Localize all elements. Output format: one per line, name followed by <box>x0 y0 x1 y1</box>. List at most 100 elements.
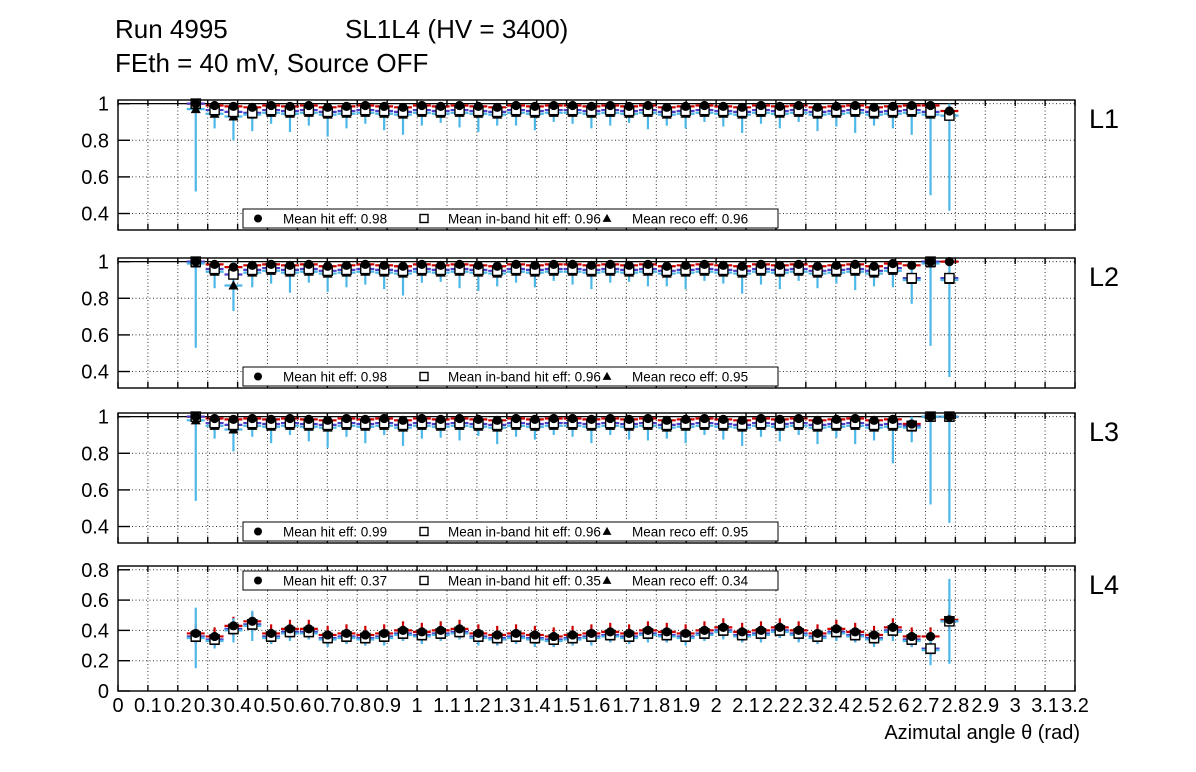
x-tick-label: 3.1 <box>1031 695 1059 717</box>
x-tick-label: 0.7 <box>313 695 341 717</box>
circle-marker <box>756 413 766 424</box>
circle-marker <box>398 415 408 425</box>
x-tick-label: 1.3 <box>493 695 521 717</box>
circle-marker <box>605 413 615 424</box>
circle-marker <box>436 625 446 635</box>
x-tick-label: 1.5 <box>553 695 581 717</box>
circle-marker <box>454 259 465 270</box>
legend-label-hit-eff: Mean hit eff: 0.37 <box>283 574 387 589</box>
circle-marker <box>511 259 521 270</box>
legend-L2: Mean hit eff: 0.98 Mean in-band hit eff: … <box>242 366 779 387</box>
x-tick-label: 3 <box>1010 695 1021 717</box>
circle-marker <box>586 628 597 639</box>
circle-marker <box>850 259 860 270</box>
circle-marker <box>907 100 917 111</box>
circle-marker <box>398 102 408 112</box>
errorbars-reco-eff <box>186 103 959 211</box>
legend-label-reco-eff: Mean reco eff: 0.95 <box>632 370 748 385</box>
circle-marker <box>323 630 333 640</box>
circle-marker <box>285 413 295 424</box>
circle-marker <box>247 413 257 424</box>
circle-marker <box>473 628 483 639</box>
root-canvas: Run 4995 SL1L4 (HV = 3400) FEth = 40 mV,… <box>0 0 1196 772</box>
circle-marker <box>209 413 220 424</box>
legend-marker-inband-hit-eff <box>419 371 429 382</box>
circle-marker <box>285 624 295 634</box>
circle-marker <box>737 627 747 637</box>
circle-marker <box>643 413 653 424</box>
circle-marker <box>756 625 766 635</box>
circle-marker <box>794 625 804 635</box>
circle-marker <box>869 102 879 112</box>
x-tick-label: 2.2 <box>762 695 790 717</box>
circle-marker <box>586 101 597 112</box>
x-tick-label: 0.5 <box>254 695 282 717</box>
panel-L1: 0.4 0.6 0.8 1 L1 Mean hit eff: 0.98 Mean in-ba… <box>81 94 1119 231</box>
circle-marker <box>586 260 597 270</box>
x-tick-label: 2.6 <box>882 695 910 717</box>
circle-marker <box>285 260 295 270</box>
layer-label-L2: L2 <box>1089 262 1119 292</box>
circle-marker <box>869 630 879 640</box>
circle-marker <box>549 100 559 111</box>
circle-marker <box>492 630 502 640</box>
circle-marker <box>794 413 804 424</box>
circle-marker <box>699 259 710 270</box>
circle-marker <box>228 262 239 272</box>
x-tick-label: 0.9 <box>373 695 401 717</box>
y-tick-label: 0.4 <box>81 362 109 384</box>
y-tick-label: 0.8 <box>81 288 109 310</box>
y-tick-label: 1 <box>98 407 109 429</box>
x-tick-label: 0 <box>112 695 123 717</box>
circle-marker <box>605 100 615 111</box>
x-tick-label: 2.9 <box>971 695 999 717</box>
x-axis: 0 0.1 0.2 0.3 0.4 0.5 0.6 0.7 0.8 0.9 1 1.1 1.2 1.3 1.… <box>112 695 1088 744</box>
circle-marker <box>530 260 540 270</box>
layer-label-L3: L3 <box>1089 417 1119 447</box>
circle-marker <box>285 101 295 112</box>
open-square-marker <box>906 272 918 284</box>
legend-label-inband-hit-eff: Mean in-band hit eff: 0.96 <box>448 212 601 227</box>
circle-marker <box>718 260 728 270</box>
errorbars-reco-eff <box>186 578 959 669</box>
legend-label-inband-hit-eff: Mean in-band hit eff: 0.35 <box>448 574 601 589</box>
open-square-marker <box>925 643 936 654</box>
x-tick-label: 2 <box>711 695 722 717</box>
circle-marker <box>191 628 201 639</box>
y-tick-label: 0.4 <box>81 620 109 642</box>
panel-L2: 0.4 0.6 0.8 1 L2 Mean hit eff: 0.98 Mean in-ba… <box>81 252 1119 389</box>
circle-marker <box>398 625 408 635</box>
x-tick-label: 1 <box>412 695 423 717</box>
legend-marker-hit-eff <box>254 214 262 223</box>
circle-marker <box>473 414 483 425</box>
y-tick-label: 1 <box>98 94 109 116</box>
legend-label-inband-hit-eff: Mean in-band hit eff: 0.96 <box>448 525 601 540</box>
circle-marker <box>567 413 578 424</box>
x-tick-label: 2.8 <box>941 695 969 717</box>
x-tick-label: 1.7 <box>613 695 641 717</box>
y-tick-label: 0.4 <box>81 204 109 226</box>
y-tick-label: 0.8 <box>81 130 109 152</box>
y-tick-label: 0.6 <box>81 325 109 347</box>
circle-marker <box>662 102 672 112</box>
circle-marker <box>341 413 352 424</box>
circle-marker <box>907 260 917 270</box>
circle-marker <box>925 631 936 642</box>
circle-marker <box>756 259 766 270</box>
x-tick-label: 0.4 <box>224 695 252 717</box>
circle-marker <box>888 622 898 632</box>
circle-marker <box>209 631 220 642</box>
circle-marker <box>228 621 239 631</box>
circle-marker <box>530 630 540 640</box>
circle-marker <box>869 261 879 271</box>
circle-marker <box>831 624 841 634</box>
circle-marker <box>812 628 823 639</box>
x-tick-label: 0.2 <box>164 695 192 717</box>
circle-marker <box>209 100 220 111</box>
circle-marker <box>360 100 370 111</box>
circle-marker <box>794 100 804 111</box>
circle-marker <box>304 414 314 425</box>
x-axis-title: Azimutal angle θ (rad) <box>884 722 1080 744</box>
circle-marker <box>304 100 314 111</box>
circle-marker <box>473 101 483 112</box>
